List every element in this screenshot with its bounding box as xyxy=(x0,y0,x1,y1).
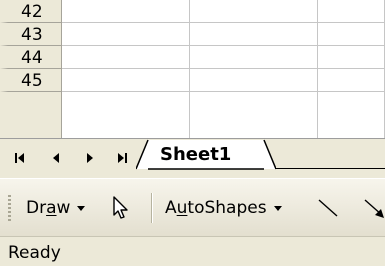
cell[interactable] xyxy=(318,23,385,46)
line-tool-button[interactable] xyxy=(316,193,340,223)
row-header[interactable] xyxy=(0,92,62,138)
arrow-tool-button[interactable] xyxy=(362,193,385,223)
grid-row: 43 xyxy=(0,23,385,46)
cell[interactable] xyxy=(318,0,385,23)
row-header[interactable]: 45 xyxy=(0,69,62,92)
first-sheet-icon xyxy=(15,153,24,163)
excel-window-fragment: 42 43 44 45 Sheet1 Draw AutoShapes Ready xyxy=(0,0,385,266)
sheet-tab-label: Sheet1 xyxy=(160,144,232,165)
row-number: 44 xyxy=(21,48,43,68)
tab-bar-divider xyxy=(275,168,385,169)
grid-row: 42 xyxy=(0,0,385,23)
draw-menu-button[interactable]: Draw xyxy=(26,193,86,223)
cell[interactable] xyxy=(318,69,385,92)
row-header[interactable]: 42 xyxy=(0,0,62,23)
cell[interactable] xyxy=(190,46,318,69)
cell[interactable] xyxy=(190,69,318,92)
last-sheet-button[interactable] xyxy=(112,149,132,167)
next-sheet-icon xyxy=(87,153,93,163)
select-objects-arrow-icon xyxy=(113,196,128,219)
line-icon xyxy=(318,199,338,217)
cell[interactable] xyxy=(62,23,190,46)
cell[interactable] xyxy=(190,23,318,46)
autoshapes-button-label: AutoShapes xyxy=(165,198,267,218)
cell[interactable] xyxy=(62,92,190,138)
previous-sheet-icon xyxy=(53,153,59,163)
sheet-tab-sheet1[interactable]: Sheet1 xyxy=(136,138,276,172)
cell[interactable] xyxy=(190,0,318,23)
toolbar-separator xyxy=(151,193,152,223)
row-header[interactable]: 43 xyxy=(0,23,62,46)
row-number: 43 xyxy=(21,25,43,45)
status-text: Ready xyxy=(8,243,61,263)
sheet-tab-bar: Sheet1 xyxy=(0,138,385,178)
cell[interactable] xyxy=(318,92,385,138)
row-number: 42 xyxy=(21,2,43,22)
autoshapes-menu-button[interactable]: AutoShapes xyxy=(165,193,282,223)
grid-row: 44 xyxy=(0,46,385,69)
select-objects-button[interactable] xyxy=(110,193,132,223)
draw-button-label: Draw xyxy=(26,198,71,218)
worksheet-grid[interactable]: 42 43 44 45 xyxy=(0,0,385,138)
toolbar-grip-handle[interactable] xyxy=(8,195,11,223)
row-number: 45 xyxy=(21,71,43,91)
cell[interactable] xyxy=(62,69,190,92)
cell[interactable] xyxy=(62,46,190,69)
previous-sheet-button[interactable] xyxy=(46,149,66,167)
cell[interactable] xyxy=(318,46,385,69)
row-header[interactable]: 44 xyxy=(0,46,62,69)
first-sheet-button[interactable] xyxy=(10,149,30,167)
last-sheet-icon xyxy=(118,153,127,163)
arrow-icon xyxy=(364,199,384,218)
grid-row-partial xyxy=(0,92,385,138)
drawing-toolbar: Draw AutoShapes xyxy=(0,178,385,236)
next-sheet-button[interactable] xyxy=(80,149,100,167)
grid-row: 45 xyxy=(0,69,385,92)
cell[interactable] xyxy=(62,0,190,23)
cell[interactable] xyxy=(190,92,318,138)
status-bar: Ready xyxy=(0,236,385,266)
chevron-down-icon xyxy=(273,205,282,211)
chevron-down-icon xyxy=(77,205,86,211)
